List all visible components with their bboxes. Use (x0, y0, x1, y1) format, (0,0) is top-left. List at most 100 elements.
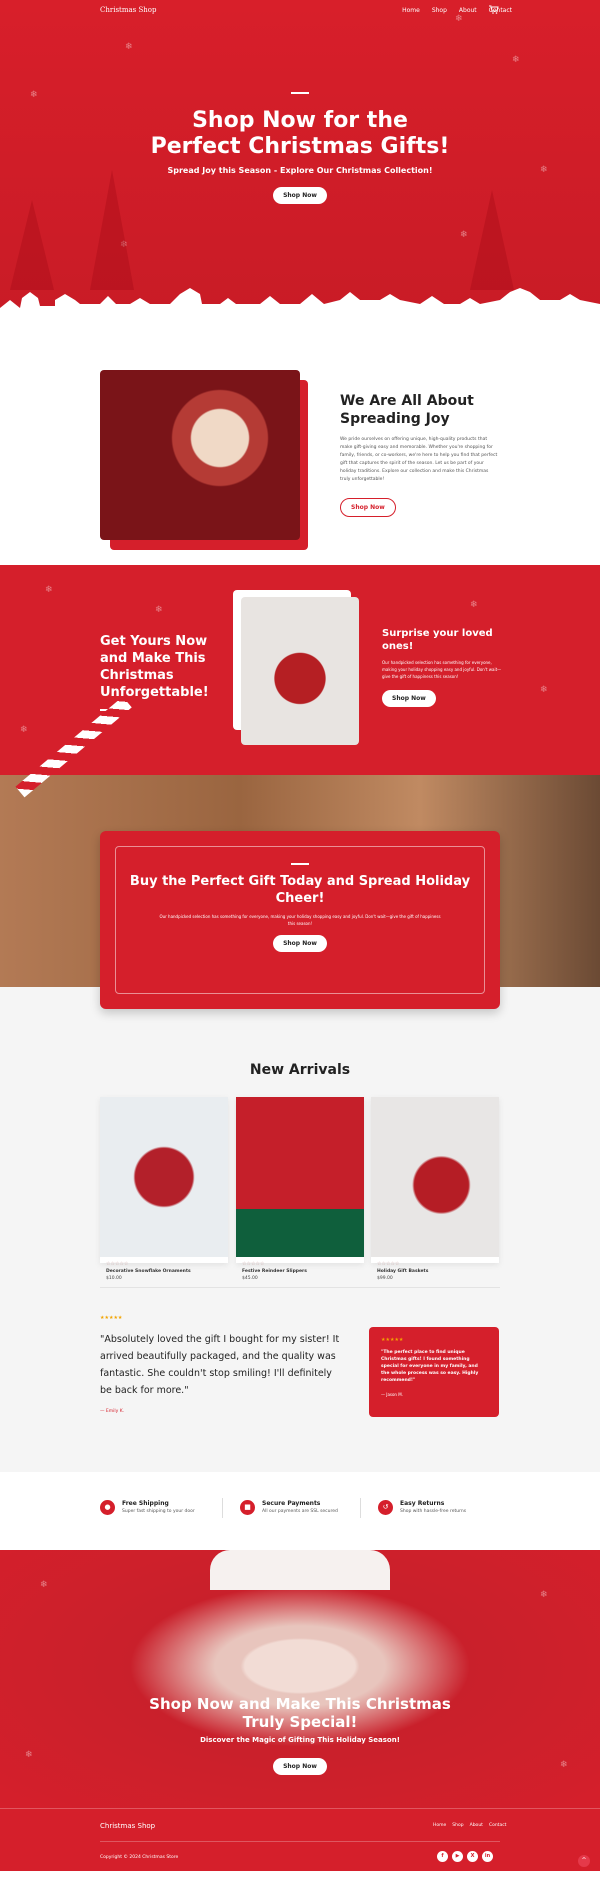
snowflake-icon: ❄ (470, 600, 478, 610)
hero-title: Shop Now for the Perfect Christmas Gifts! (150, 107, 450, 159)
footer-contact-link[interactable]: Contact (489, 1823, 507, 1828)
feature-title: Secure Payments (262, 1500, 321, 1507)
youtube-icon[interactable]: ▶ (452, 1851, 463, 1862)
nav-home-link[interactable]: Home (402, 7, 420, 14)
product-card[interactable]: ☆☆☆☆☆ Decorative Snowflake Ornaments $10… (100, 1097, 228, 1281)
santa-title: Shop Now and Make This Christmas Truly Sp… (149, 1695, 451, 1731)
testimonial-card: ★★★★★ "The perfect place to find unique … (369, 1327, 499, 1417)
rating-stars: ☆☆☆☆☆ (242, 1261, 265, 1267)
facebook-icon[interactable]: f (437, 1851, 448, 1862)
rating-stars: ☆☆☆☆☆ (106, 1261, 129, 1267)
snowflake-icon: ❄ (540, 1590, 548, 1600)
feature-text: All our payments are SSL secured (262, 1509, 338, 1514)
social-links: f ▶ X in (437, 1851, 493, 1862)
rating-stars: ☆☆☆☆☆ (377, 1261, 400, 1267)
feature-title: Free Shipping (122, 1500, 169, 1507)
about-content: We Are All About Spreading Joy We pride o… (340, 392, 500, 517)
gift-section: ❄ ❄ ❄ ❄ ❄ Get Yours Now and Make This Ch… (0, 565, 600, 775)
top-nav: Christmas Shop Home Shop About Contact (100, 6, 512, 14)
hero-content: Shop Now for the Perfect Christmas Gifts!… (0, 92, 600, 204)
footer-brand[interactable]: Christmas Shop (100, 1822, 155, 1830)
hero-section: ❄ ❄ ❄ ❄ ❄ ❄ ❄ Christmas Shop Home Shop A… (0, 0, 600, 330)
gift-basket-image (371, 1097, 499, 1257)
village-silhouette (0, 288, 600, 330)
shipping-icon: ● (100, 1500, 115, 1515)
snowflake-icon: ❄ (512, 55, 520, 65)
brand-logo[interactable]: Christmas Shop (100, 6, 156, 14)
banner-section: Buy the Perfect Gift Today and Spread Ho… (0, 696, 600, 1009)
feature-free-shipping: ● Free Shipping Super fast shipping to yo… (100, 1500, 195, 1515)
divider (100, 1287, 500, 1288)
linkedin-icon[interactable]: in (482, 1851, 493, 1862)
banner-content: Buy the Perfect Gift Today and Spread Ho… (115, 846, 485, 994)
divider (291, 92, 309, 94)
testimonial-author: — Emily K. (100, 1409, 125, 1414)
testimonial-card-quote: "The perfect place to find unique Christ… (381, 1350, 479, 1383)
product-price: $99.00 (377, 1276, 393, 1281)
scroll-to-top-button[interactable]: ^ (578, 1855, 590, 1867)
footer: Christmas Shop Home Shop About Contact C… (0, 1808, 600, 1871)
gift-basket-photo (241, 597, 359, 745)
santa-cta-section: ❄ ❄ ❄ ❄ Shop Now and Make This Christmas… (0, 1550, 600, 1808)
footer-about-link[interactable]: About (470, 1823, 483, 1828)
footer-nav: Home Shop About Contact (433, 1823, 506, 1828)
snowflake-icon: ❄ (460, 230, 468, 240)
hero-shop-now-button[interactable]: Shop Now (273, 186, 327, 204)
divider (291, 863, 309, 865)
about-text: We pride ourselves on offering unique, h… (340, 437, 498, 482)
footer-shop-link[interactable]: Shop (452, 1823, 463, 1828)
lock-icon: ■ (240, 1500, 255, 1515)
about-title: We Are All About Spreading Joy (340, 393, 474, 427)
reindeer-slippers-image (236, 1097, 364, 1257)
rating-stars: ★★★★★ (100, 1315, 123, 1321)
santa-subtitle: Discover the Magic of Gifting This Holid… (200, 1736, 400, 1744)
snowflake-icon: ❄ (45, 585, 53, 595)
testimonial-main: ★★★★★ "Absolutely loved the gift I bough… (100, 1315, 340, 1414)
product-price: $45.00 (242, 1276, 258, 1281)
nav-shop-link[interactable]: Shop (432, 7, 447, 14)
gift-shop-now-button[interactable]: Shop Now (382, 690, 436, 707)
snowflake-icon: ❄ (540, 685, 548, 695)
divider (360, 1498, 361, 1518)
gift-card-text: Our handpicked selection has something f… (382, 660, 502, 679)
santa-shop-now-button[interactable]: Shop Now (273, 1758, 327, 1775)
feature-text: Super fast shipping to your door (122, 1509, 195, 1514)
product-name[interactable]: Decorative Snowflake Ornaments (106, 1269, 222, 1274)
banner-box: Buy the Perfect Gift Today and Spread Ho… (100, 831, 500, 1009)
snowflake-icon: ❄ (125, 42, 133, 52)
snowflake-icon: ❄ (20, 725, 28, 735)
feature-text: Shop with hassle-free returns (400, 1509, 467, 1514)
gift-card-content: Surprise your loved ones! Our handpicked… (382, 627, 502, 707)
feature-secure-payments: ■ Secure Payments All our payments are SS… (240, 1500, 338, 1515)
rating-stars: ★★★★★ (381, 1337, 404, 1343)
divider (222, 1498, 223, 1518)
product-card[interactable]: ☆☆☆☆☆ Holiday Gift Baskets $99.00 (371, 1097, 499, 1281)
product-name[interactable]: Festive Reindeer Slippers (242, 1269, 358, 1274)
woman-with-gift-photo (100, 370, 300, 540)
nav-about-link[interactable]: About (459, 7, 477, 14)
testimonial-card-author: — Jason M. (381, 1392, 403, 1397)
feature-easy-returns: ↺ Easy Returns Shop with hassle-free retu… (378, 1500, 466, 1515)
santa-content: Shop Now and Make This Christmas Truly Sp… (0, 1695, 600, 1775)
footer-home-link[interactable]: Home (433, 1823, 446, 1828)
new-arrivals-section: New Arrivals ☆☆☆☆☆ Decorative Snowflake … (0, 987, 600, 1287)
banner-shop-now-button[interactable]: Shop Now (273, 934, 327, 952)
product-price: $10.00 (106, 1276, 122, 1281)
banner-text: Our handpicked selection has something f… (159, 913, 441, 926)
product-name[interactable]: Holiday Gift Baskets (377, 1269, 493, 1274)
hero-subtitle: Spread Joy this Season - Explore Our Chr… (167, 165, 433, 175)
about-section: We Are All About Spreading Joy We pride o… (0, 330, 600, 565)
santa-hat-brim (210, 1550, 390, 1590)
snowflake-ornament-image (100, 1097, 228, 1257)
cart-icon[interactable] (489, 5, 499, 14)
divider (100, 1841, 500, 1842)
product-card[interactable]: ☆☆☆☆☆ Festive Reindeer Slippers $45.00 (236, 1097, 364, 1281)
new-arrivals-title: New Arrivals (249, 1062, 351, 1078)
x-icon[interactable]: X (467, 1851, 478, 1862)
about-shop-now-button[interactable]: Shop Now (340, 498, 396, 517)
snowflake-icon: ❄ (155, 605, 163, 615)
snowflake-icon: ❄ (40, 1580, 48, 1590)
banner-title: Buy the Perfect Gift Today and Spread Ho… (129, 873, 471, 906)
feature-title: Easy Returns (400, 1500, 445, 1507)
testimonial-quote: "Absolutely loved the gift I bought for … (100, 1334, 340, 1396)
